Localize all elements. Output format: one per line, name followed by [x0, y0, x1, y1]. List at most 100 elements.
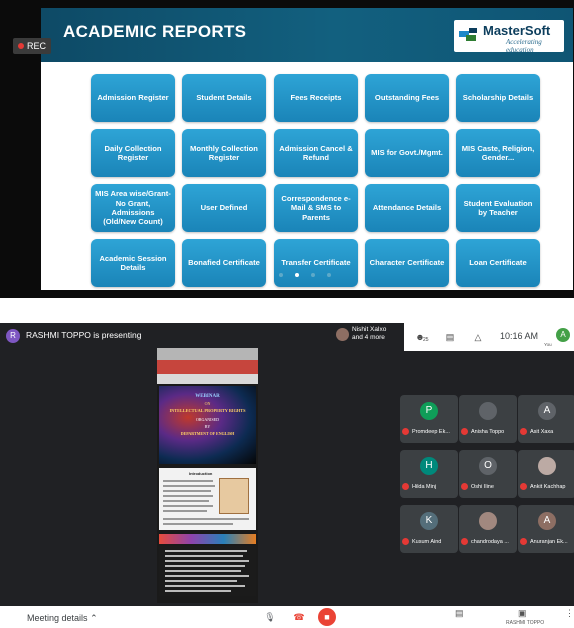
report-tile[interactable]: Correspondence e-Mail & SMS to Parents [274, 184, 358, 232]
participant-avatar: K [420, 512, 438, 530]
participant-avatar: H [420, 457, 438, 475]
poster-line-4: ORGANISED [195, 417, 220, 422]
record-dot-icon [18, 43, 24, 49]
participant-tile[interactable]: A Anuranjan Ek... [518, 505, 574, 553]
participant-tile[interactable]: Ankit Kachhap [518, 450, 574, 498]
logo-text: MasterSoft [483, 23, 551, 38]
mic-icon[interactable]: 🎙 [261, 608, 279, 626]
participant-tile[interactable]: Anisha Toppo [459, 395, 517, 443]
academic-reports-slide: ACADEMIC REPORTS MasterSoft Accelerating… [41, 8, 573, 290]
present-screen-icon[interactable]: ▣ [518, 608, 527, 619]
report-tile[interactable]: Academic Session Details [91, 239, 175, 287]
report-tile[interactable]: Bonafied Certificate [182, 239, 266, 287]
participant-name: Anuranjan Ek... [530, 538, 568, 545]
report-tile[interactable]: Admission Cancel & Refund [274, 129, 358, 177]
chevron-up-icon: ⌃ [90, 613, 98, 623]
presenter-name-label: RASHMI TOPPO [506, 620, 545, 626]
pinned-more: and 4 more [352, 334, 385, 341]
doc-toolbar [157, 374, 258, 384]
participant-name: Asit Xaxa [530, 428, 554, 435]
mic-off-icon [520, 483, 527, 490]
report-tile[interactable]: Daily Collection Register [91, 129, 175, 177]
pinned-avatar [336, 328, 349, 341]
report-tile[interactable]: Loan Certificate [456, 239, 540, 287]
report-tile[interactable]: Student Evaluation by Teacher [456, 184, 540, 232]
participant-name-row: Anisha Toppo [461, 428, 517, 435]
participant-name-row: chandrodaya ... [461, 538, 517, 545]
participant-avatar [479, 402, 497, 420]
clock: 10:16 AM [500, 331, 539, 341]
more-options-icon[interactable]: ⋮ [565, 608, 574, 619]
report-tile[interactable]: Monthly Collection Register [182, 129, 266, 177]
report-tile[interactable]: MIS for Govt./Mgmt. [365, 129, 449, 177]
participant-tile[interactable]: chandrodaya ... [459, 505, 517, 553]
self-avatar[interactable]: A [556, 328, 570, 342]
participant-name-row: Promdeep Ek... [402, 428, 458, 435]
participant-avatar: O [479, 457, 497, 475]
doc-page: WEBINAR ON INTELLECTUAL PROPERTY RIGHTS … [157, 384, 258, 603]
activities-icon[interactable]: △ [472, 331, 484, 343]
bullet-section [159, 546, 256, 596]
poster-line-5: BY [204, 424, 211, 429]
participant-tile[interactable]: K Kusum Aind [400, 505, 458, 553]
report-tile[interactable]: Character Certificate [365, 239, 449, 287]
participant-name-row: Asit Xaxa [520, 428, 574, 435]
participant-name: Promdeep Ek... [412, 428, 450, 435]
participant-name-row: Kusum Aind [402, 538, 458, 545]
slide-header: ACADEMIC REPORTS MasterSoft Accelerating… [41, 8, 573, 62]
participant-name-row: Ankit Kachhap [520, 483, 574, 490]
mic-off-icon [461, 428, 468, 435]
webinar-poster: WEBINAR ON INTELLECTUAL PROPERTY RIGHTS … [159, 386, 256, 464]
mic-off-icon [520, 538, 527, 545]
poster-line-6: DEPARTMENT OF ENGLISH [180, 431, 235, 436]
mic-off-icon [402, 483, 409, 490]
report-tile[interactable]: MIS Caste, Religion, Gender... [456, 129, 540, 177]
you-label: You [544, 342, 552, 347]
meeting-details-button[interactable]: Meeting details ⌃ [27, 613, 98, 624]
camera-off-icon[interactable]: ■ [318, 608, 336, 626]
participant-name-row: Oshi Iline [461, 483, 517, 490]
report-tile[interactable]: Student Details [182, 74, 266, 122]
poster-line-3: INTELLECTUAL PROPERTY RIGHTS [169, 408, 246, 413]
people-icon[interactable]: ☻ 25 [414, 331, 429, 343]
report-tile[interactable]: MIS Area wise/Grant-No Grant, Admissions… [91, 184, 175, 232]
participant-name: Ankit Kachhap [530, 483, 566, 490]
participant-tile[interactable]: P Promdeep Ek... [400, 395, 458, 443]
meeting-details-label: Meeting details [27, 613, 88, 623]
meet-bottom-bar: Meeting details ⌃ 🎙 ☎ ■ ▤ ▣ RASHMI TOPPO… [0, 606, 574, 628]
report-tile[interactable]: Scholarship Details [456, 74, 540, 122]
participant-tile[interactable]: O Oshi Iline [459, 450, 517, 498]
report-tile[interactable]: Admission Register [91, 74, 175, 122]
phone-status-bar [157, 348, 258, 360]
participant-name: Hilda Minj [412, 483, 437, 490]
participant-tile[interactable]: A Asit Xaxa [518, 395, 574, 443]
report-tile[interactable]: Fees Receipts [274, 74, 358, 122]
recording-badge: REC [13, 38, 51, 54]
meet-topbar: Nishit Xalxo and 4 more ☻ 25 ▤ △ 10:16 A… [328, 323, 574, 351]
participant-name-row: Anuranjan Ek... [520, 538, 574, 545]
report-tile[interactable]: Outstanding Fees [365, 74, 449, 122]
poster-line-1: WEBINAR [195, 394, 220, 399]
captions-icon[interactable]: ▤ [455, 608, 464, 619]
participant-count: 25 [423, 337, 429, 343]
report-tile[interactable]: User Defined [182, 184, 266, 232]
end-call-icon[interactable]: ☎ [290, 608, 308, 626]
participant-name: chandrodaya ... [471, 538, 509, 545]
participant-avatar [479, 512, 497, 530]
slide-pagination [279, 273, 339, 281]
participant-name: Oshi Iline [471, 483, 494, 490]
participant-tile[interactable]: H Hilda Minj [400, 450, 458, 498]
chat-icon[interactable]: ▤ [444, 331, 456, 343]
recording-label: REC [27, 41, 47, 51]
pinned-participants[interactable]: Nishit Xalxo and 4 more [352, 326, 386, 342]
mic-off-icon [461, 538, 468, 545]
report-tile[interactable]: Attendance Details [365, 184, 449, 232]
saint-image [219, 478, 249, 514]
participant-avatar: A [538, 512, 556, 530]
participant-name: Kusum Aind [412, 538, 442, 545]
mic-off-icon [520, 428, 527, 435]
doc-app-bar [157, 360, 258, 374]
participant-name-row: Hilda Minj [402, 483, 458, 490]
participant-avatar: A [538, 402, 556, 420]
presenter-avatar: R [6, 329, 20, 343]
